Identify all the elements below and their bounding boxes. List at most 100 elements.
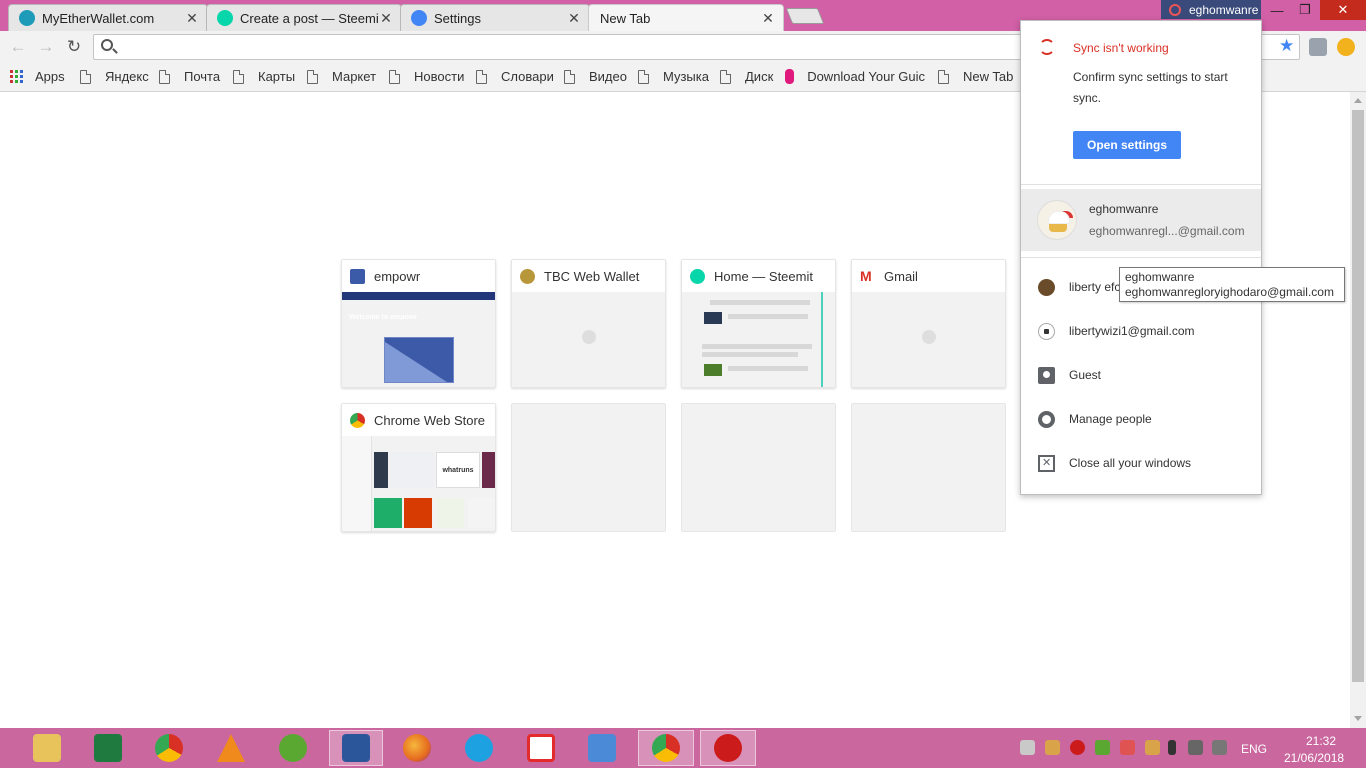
page-icon: [233, 69, 244, 84]
bookmark-label: Музыка: [663, 69, 709, 84]
bookmark-apps[interactable]: Apps: [10, 69, 65, 84]
taskbar-chrome-active[interactable]: [638, 730, 694, 766]
scroll-up-icon[interactable]: [1354, 98, 1362, 103]
tray-opera-icon[interactable]: [1070, 740, 1085, 755]
new-tab-button[interactable]: [785, 8, 825, 24]
firefox-icon: [403, 734, 431, 762]
tray-shield-icon[interactable]: [1095, 740, 1110, 755]
taskbar-internet-explorer[interactable]: [456, 730, 502, 766]
taskbar-word[interactable]: [329, 730, 383, 766]
tile-chrome-web-store[interactable]: Chrome Web Store whatruns: [341, 403, 496, 532]
tab-steemit[interactable]: Create a post — Steemit ✕: [206, 4, 402, 31]
page-icon: [564, 69, 575, 84]
sync-title: Sync isn't working: [1073, 41, 1169, 55]
tile-title: Chrome Web Store: [374, 412, 486, 428]
close-icon[interactable]: ✕: [379, 10, 393, 27]
page-icon: [389, 69, 400, 84]
manage-people-label: Manage people: [1069, 412, 1152, 426]
tile-title: Home — Steemit: [714, 268, 813, 284]
scroll-down-icon[interactable]: [1354, 716, 1362, 721]
close-icon[interactable]: ✕: [761, 10, 775, 27]
taskbar-excel[interactable]: [85, 730, 131, 766]
tray-cookie2-icon[interactable]: [1145, 740, 1160, 755]
profile-button[interactable]: eghomwanre: [1161, 0, 1261, 19]
bookmark-label: Новости: [414, 69, 465, 84]
tab-settings[interactable]: Settings ✕: [400, 4, 590, 31]
user-avatar-icon: [1038, 279, 1055, 296]
restore-button[interactable]: ❐: [1290, 0, 1320, 20]
tile-empowr[interactable]: empowr Welcome to empowr: [341, 259, 496, 388]
bookmark-market[interactable]: Маркет: [307, 69, 376, 84]
alert-extension-icon[interactable]: [1337, 38, 1355, 56]
tray-flag-icon[interactable]: [1120, 740, 1135, 755]
tray-cookie-icon[interactable]: [1045, 740, 1060, 755]
reload-button[interactable]: ↻: [63, 36, 85, 58]
bookmark-label: Видео: [589, 69, 627, 84]
bookmark-star-icon[interactable]: ★: [1279, 36, 1294, 56]
guest-label: Guest: [1069, 368, 1102, 382]
profile-menu: Sync isn't working Confirm sync settings…: [1020, 20, 1262, 495]
bookmark-video[interactable]: Видео: [564, 69, 627, 84]
bookmark-new-tab[interactable]: New Tab: [938, 69, 1013, 84]
tab-title: MyEtherWallet.com: [42, 10, 155, 26]
taskbar-firefox[interactable]: [394, 730, 440, 766]
extension-icon[interactable]: [1309, 38, 1327, 56]
tray-wifi-icon[interactable]: [1188, 740, 1203, 755]
tile-tbc-web-wallet[interactable]: TBC Web Wallet: [511, 259, 666, 388]
forward-button[interactable]: →: [35, 36, 57, 58]
soccer-ball-avatar-icon: [1038, 323, 1055, 340]
gear-icon: [411, 10, 427, 26]
steemit-icon: [217, 10, 233, 26]
taskbar-utorrent[interactable]: [270, 730, 316, 766]
bookmark-disk[interactable]: Диск: [720, 69, 773, 84]
user-item-label: liberty efc: [1069, 280, 1121, 294]
language-indicator[interactable]: ENG: [1241, 742, 1267, 756]
taskbar-yandex[interactable]: [518, 730, 564, 766]
page-icon: [720, 69, 731, 84]
taskbar-opera[interactable]: [700, 730, 756, 766]
open-settings-button[interactable]: Open settings: [1073, 131, 1181, 159]
bookmark-yandex[interactable]: Яндекс: [80, 69, 149, 84]
tab-new-tab[interactable]: New Tab ✕: [588, 4, 784, 31]
profile-button-label: eghomwanre: [1189, 2, 1259, 17]
bookmark-dictionaries[interactable]: Словари: [476, 69, 554, 84]
close-window-button[interactable]: ✕: [1320, 0, 1366, 20]
opera-icon: [714, 734, 742, 762]
taskbar-mail[interactable]: [579, 730, 625, 766]
tile-steemit[interactable]: Home — Steemit: [681, 259, 836, 388]
back-button[interactable]: ←: [7, 36, 29, 58]
tooltip-email: eghomwanregloryighodaro@gmail.com: [1125, 285, 1334, 299]
tile-gmail[interactable]: M Gmail: [851, 259, 1006, 388]
close-icon[interactable]: ✕: [185, 10, 199, 27]
close-all-windows-item[interactable]: Close all your windows: [1021, 443, 1261, 483]
chrome-icon: [652, 734, 680, 762]
bookmark-download-guide[interactable]: Download Your Guic: [785, 69, 925, 84]
guest-item[interactable]: Guest: [1021, 355, 1261, 395]
close-icon[interactable]: ✕: [567, 10, 581, 27]
tile-empty: [851, 403, 1006, 532]
taskbar-chrome[interactable]: [146, 730, 192, 766]
bookmark-mail[interactable]: Почта: [159, 69, 220, 84]
tab-myetherwallet[interactable]: MyEtherWallet.com ✕: [8, 4, 208, 31]
taskbar-vlc[interactable]: [208, 730, 254, 766]
manage-people-item[interactable]: Manage people: [1021, 399, 1261, 439]
bookmark-maps[interactable]: Карты: [233, 69, 295, 84]
bookmark-music[interactable]: Музыка: [638, 69, 709, 84]
taskbar-file-explorer[interactable]: [24, 730, 70, 766]
word-icon: [342, 734, 370, 762]
thumbnail-badge: whatruns: [436, 452, 480, 488]
current-user-card[interactable]: eghomwanre eghomwanregl...@gmail.com: [1021, 189, 1261, 251]
divider: [1021, 184, 1261, 185]
bookmark-news[interactable]: Новости: [389, 69, 464, 84]
page-scrollbar[interactable]: [1350, 92, 1366, 728]
scrollbar-thumb[interactable]: [1352, 110, 1364, 682]
tray-volume-icon[interactable]: [1212, 740, 1227, 755]
utorrent-icon: [279, 734, 307, 762]
tray-usb-icon[interactable]: [1020, 740, 1035, 755]
tray-phone-icon[interactable]: [1168, 740, 1176, 755]
clock-date[interactable]: 21/06/2018: [1284, 751, 1344, 765]
minimize-button[interactable]: —: [1262, 0, 1292, 20]
tbc-icon: [520, 268, 535, 284]
user-item-libertywizi1[interactable]: libertywizi1@gmail.com: [1021, 311, 1261, 351]
clock-time[interactable]: 21:32: [1298, 734, 1344, 748]
